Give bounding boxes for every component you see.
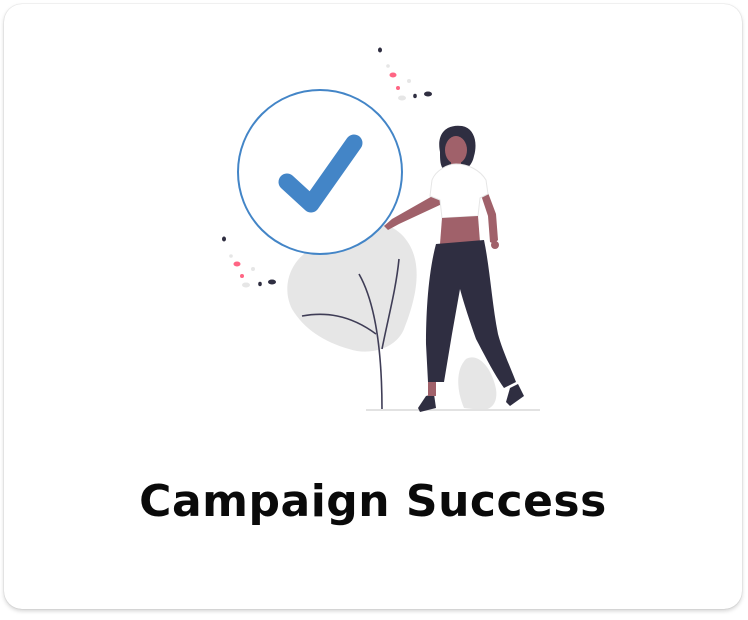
card-title: Campaign Success — [139, 476, 607, 527]
success-illustration — [222, 47, 540, 412]
campaign-success-card[interactable]: Campaign Success — [4, 4, 742, 609]
checkmark-circle-icon — [237, 89, 403, 255]
confetti-top — [378, 47, 432, 101]
confetti-left — [222, 236, 276, 288]
